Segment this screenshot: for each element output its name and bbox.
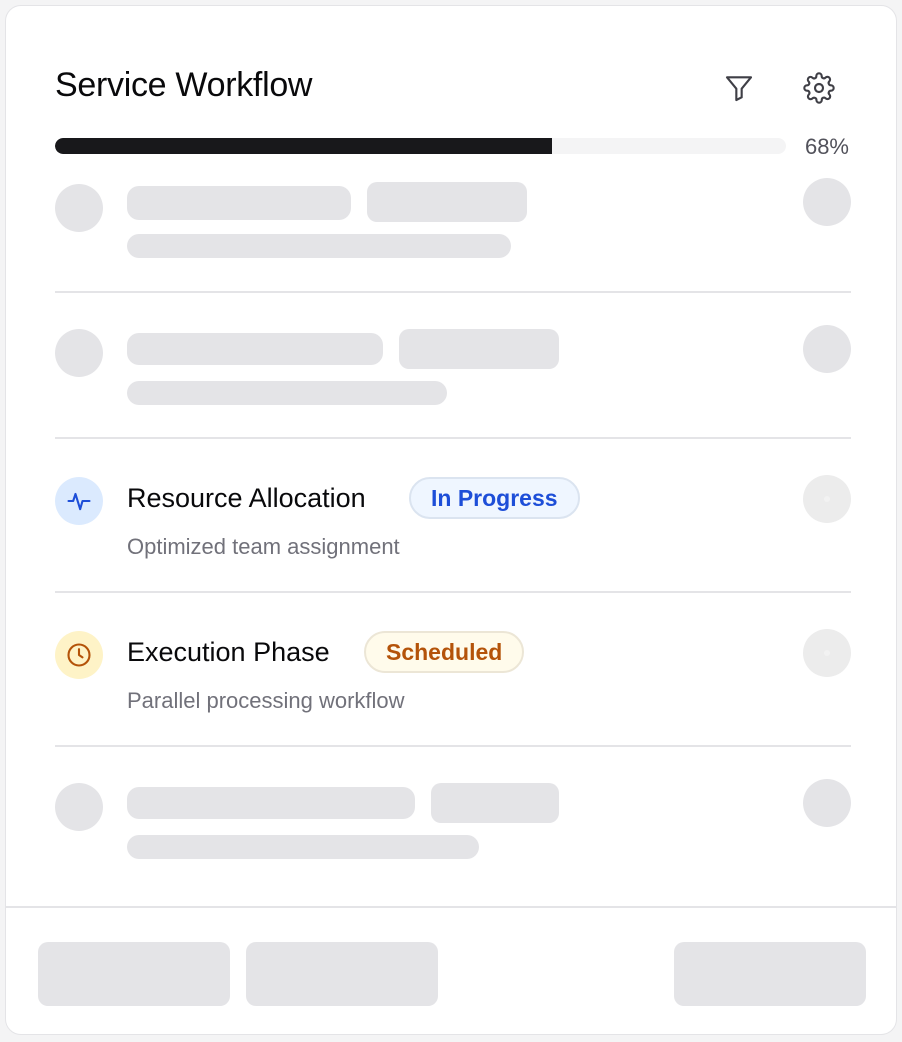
list-item-execution-phase[interactable]: Execution Phase Scheduled Parallel proce… [55, 593, 851, 747]
list-item-skeleton [55, 293, 851, 439]
progress-percentage: 68% [804, 134, 849, 159]
card-title: Service Workflow [55, 66, 313, 104]
status-badge-scheduled: Scheduled [364, 631, 525, 673]
dot-icon [824, 496, 830, 502]
settings-button[interactable] [799, 68, 839, 108]
skeleton-action [803, 325, 851, 373]
row-description: Optimized team assignment [127, 534, 400, 559]
row-title: Execution Phase [127, 637, 330, 667]
row-icon-wrapper [55, 631, 103, 679]
clock-icon [67, 643, 91, 667]
list-item-resource-allocation[interactable]: Resource Allocation In Progress Optimize… [55, 439, 851, 593]
skeleton-badge [367, 182, 527, 222]
activity-icon [67, 492, 91, 511]
filter-icon [725, 76, 753, 102]
skeleton-title [127, 333, 383, 365]
list-item-skeleton [55, 747, 851, 877]
skeleton-badge [431, 783, 559, 823]
progress-bar-fill [55, 138, 553, 154]
row-description: Parallel processing workflow [127, 688, 405, 713]
filter-button[interactable] [719, 68, 759, 108]
skeleton-action [803, 779, 851, 827]
status-badge-in-progress: In Progress [409, 477, 580, 519]
row-action-button[interactable] [803, 475, 851, 523]
skeleton-action [803, 178, 851, 226]
row-icon-wrapper [55, 477, 103, 525]
skeleton-subtitle [127, 381, 447, 405]
list-item-skeleton [55, 178, 851, 293]
card-footer [6, 906, 896, 1034]
row-action-button[interactable] [803, 629, 851, 677]
service-workflow-card: Service Workflow 68% Resource Allocation… [5, 5, 897, 1035]
skeleton-title [127, 787, 415, 819]
skeleton-avatar [55, 184, 103, 232]
row-title: Resource Allocation [127, 483, 366, 513]
dot-icon [824, 650, 830, 656]
footer-button-skeleton [674, 942, 866, 1006]
footer-button-skeleton [246, 942, 438, 1006]
gear-icon [803, 72, 835, 104]
skeleton-subtitle [127, 835, 479, 859]
skeleton-badge [399, 329, 559, 369]
footer-button-skeleton [38, 942, 230, 1006]
skeleton-avatar [55, 783, 103, 831]
skeleton-title [127, 186, 351, 220]
skeleton-subtitle [127, 234, 511, 258]
skeleton-avatar [55, 329, 103, 377]
progress-bar [55, 138, 786, 154]
